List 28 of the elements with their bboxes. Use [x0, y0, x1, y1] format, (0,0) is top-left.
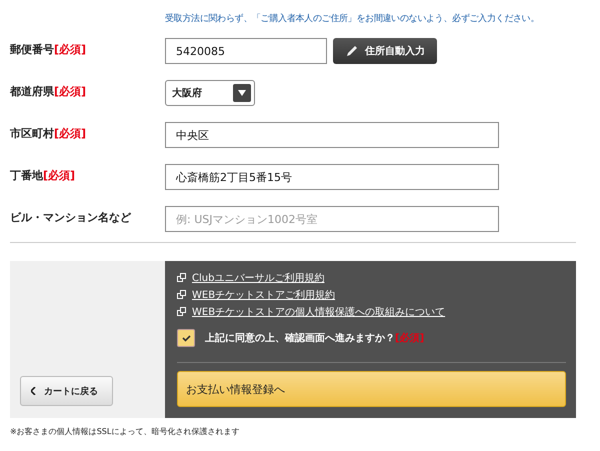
- terms-link[interactable]: Clubユニバーサルご利用規約: [192, 270, 324, 284]
- address-field[interactable]: 心斎橋筋2丁目5番15号: [165, 164, 499, 190]
- required-mark: [必須]: [54, 84, 86, 99]
- notice-text: 受取方法に関わらず、「ご購入者本人のご住所」をお間違いのないよう、必ずご入力ください。: [165, 12, 540, 26]
- address-field[interactable]: 5420085: [165, 38, 327, 64]
- field-label: 郵便番号: [10, 42, 54, 57]
- checkmark-icon: [182, 334, 190, 342]
- terms-link[interactable]: WEBチケットストアの個人情報保護への取組みについて: [192, 304, 446, 318]
- dropdown-arrow-icon: [238, 90, 246, 96]
- required-mark: [必須]: [54, 42, 86, 57]
- back-to-cart-button[interactable]: カートに戻る: [20, 376, 113, 406]
- field-label: 丁番地: [10, 168, 43, 183]
- chevron-left-icon: [31, 387, 36, 395]
- building-field[interactable]: 例: USJマンション1002号室: [165, 206, 499, 232]
- agree-checkbox[interactable]: [177, 329, 195, 347]
- ssl-note: ※お客さまの個人情報はSSLによって、暗号化され保護されます: [10, 426, 240, 437]
- required-mark: [必須]: [54, 126, 86, 141]
- auto-fill-button[interactable]: 住所自動入力: [333, 38, 437, 64]
- field-label: ビル・マンション名など: [10, 210, 131, 225]
- field-label: 市区町村: [10, 126, 54, 141]
- required-mark: [必須]: [43, 168, 76, 183]
- address-field[interactable]: 中央区: [165, 122, 499, 148]
- agree-label: 上記に同意の上、確認画面へ進みますか？[必須]: [205, 332, 424, 345]
- payment-info-button[interactable]: お支払い情報登録へ: [177, 371, 566, 407]
- field-label: 都道府県: [10, 84, 54, 99]
- prefecture-select[interactable]: 大阪府: [165, 80, 255, 106]
- terms-link[interactable]: WEBチケットストアご利用規約: [192, 288, 336, 302]
- pencil-icon: [345, 44, 359, 58]
